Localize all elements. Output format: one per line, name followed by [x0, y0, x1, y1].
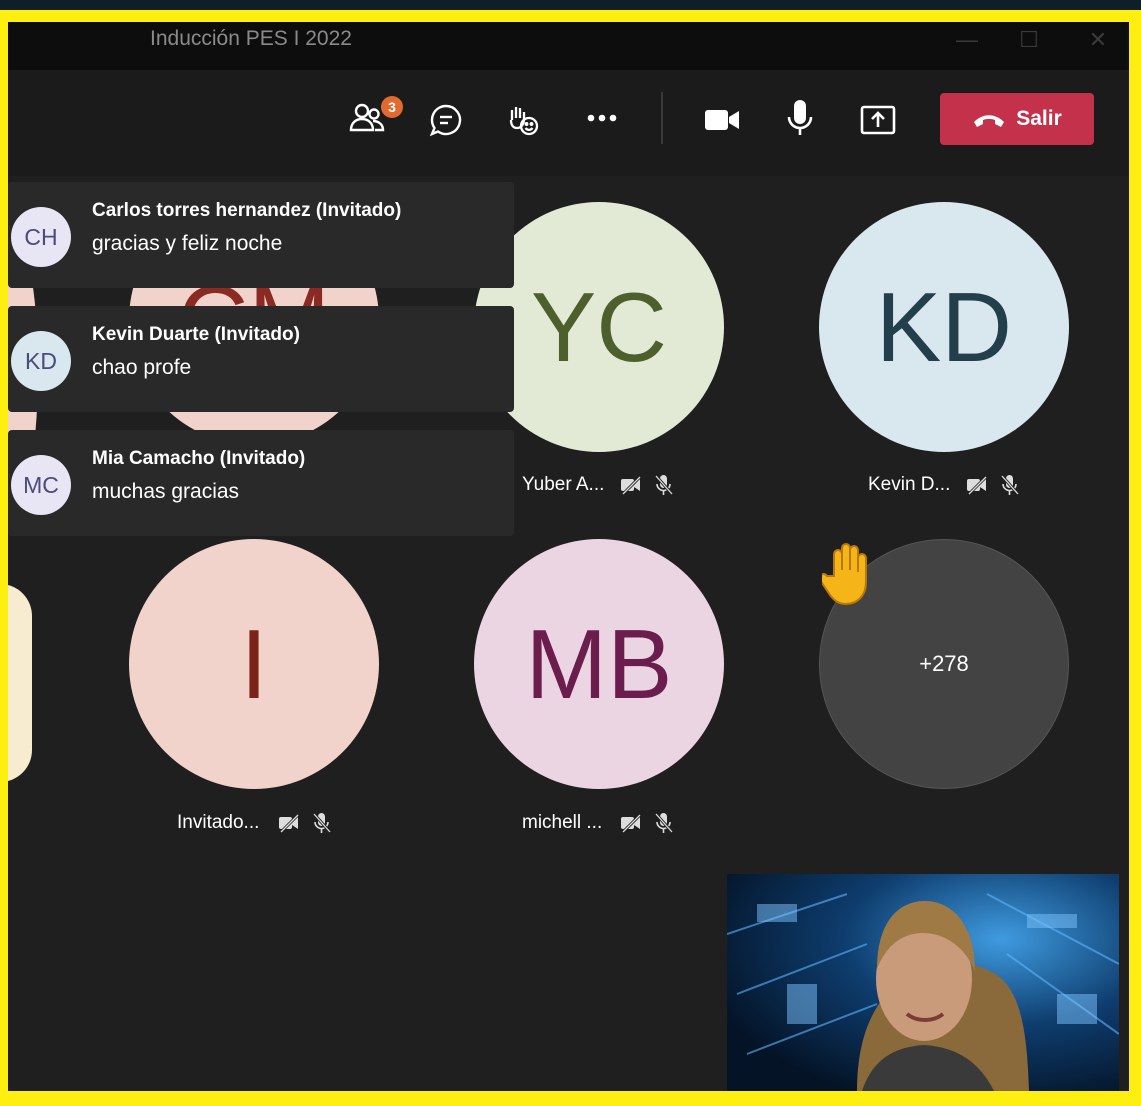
participant-name: Kevin D... — [868, 474, 951, 495]
video-off-icon — [621, 813, 642, 834]
top-strip — [0, 0, 1141, 10]
participant-initials: KD — [875, 271, 1013, 382]
microphone-icon[interactable] — [780, 98, 820, 138]
self-video-image — [727, 874, 1119, 1091]
avatar: CH — [11, 207, 71, 267]
notification-sender: Mia Camacho (Invitado) — [92, 448, 306, 469]
participant-avatar[interactable]: I — [129, 539, 379, 789]
participant-name: Invitado... — [177, 812, 260, 833]
participants-badge: 3 — [381, 96, 403, 118]
raised-hand-icon — [818, 542, 878, 611]
participant-avatar[interactable]: MB — [474, 539, 724, 789]
participant-initials: MB — [525, 608, 673, 719]
participant-initials: YC — [530, 271, 668, 382]
chat-notification[interactable]: MC Mia Camacho (Invitado) muchas gracias — [8, 430, 514, 536]
share-icon[interactable] — [858, 100, 898, 140]
participant-name: Yuber A... — [522, 474, 605, 495]
notification-message: chao profe — [92, 356, 192, 379]
avatar-initials: CH — [24, 223, 58, 250]
more-icon[interactable] — [582, 98, 622, 138]
video-off-icon — [621, 475, 642, 496]
toolbar-separator — [661, 92, 663, 144]
chat-notification[interactable]: CH Carlos torres hernandez (Invitado) gr… — [8, 182, 514, 288]
participant-name: michell ... — [522, 812, 603, 833]
close-icon[interactable]: ✕ — [1076, 22, 1120, 62]
notification-message: gracias y feliz noche — [92, 232, 283, 255]
window-title: Inducción PES I 2022 — [150, 27, 352, 50]
chat-icon[interactable] — [426, 100, 466, 140]
more-participants-count: +278 — [919, 651, 969, 676]
avatar-initials: MC — [23, 471, 59, 498]
maximize-icon[interactable]: ☐ — [1007, 22, 1051, 62]
avatar: KD — [11, 331, 71, 391]
self-video-preview[interactable] — [727, 874, 1119, 1091]
mic-off-icon — [654, 475, 674, 495]
notification-sender: Kevin Duarte (Invitado) — [92, 324, 300, 345]
video-off-icon — [967, 475, 988, 496]
camera-icon[interactable] — [702, 100, 742, 140]
chat-notification[interactable]: KD Kevin Duarte (Invitado) chao profe — [8, 306, 514, 412]
notification-sender: Carlos torres hernandez (Invitado) — [92, 200, 402, 221]
leave-label: Salir — [1016, 107, 1062, 130]
mic-off-icon — [654, 813, 674, 833]
mic-off-icon — [1000, 475, 1020, 495]
hang-up-icon — [974, 115, 1005, 127]
video-off-icon — [279, 813, 300, 834]
title-bar: Inducción PES I 2022 — ☐ ✕ — [8, 22, 1129, 70]
teams-meeting-window: Inducción PES I 2022 — ☐ ✕ 3 Salir YC Yu… — [8, 22, 1129, 1091]
leave-button[interactable]: Salir — [940, 93, 1094, 145]
notification-message: muchas gracias — [92, 480, 240, 503]
avatar: MC — [11, 455, 71, 515]
mic-off-icon — [312, 813, 332, 833]
minimize-icon[interactable]: — — [945, 22, 989, 62]
participant-avatar[interactable]: KD — [819, 202, 1069, 452]
raise-hand-react-icon[interactable] — [503, 100, 543, 140]
avatar-initials: KD — [25, 347, 57, 374]
participant-initials: I — [240, 608, 268, 719]
participant-tile-partial — [8, 584, 32, 782]
